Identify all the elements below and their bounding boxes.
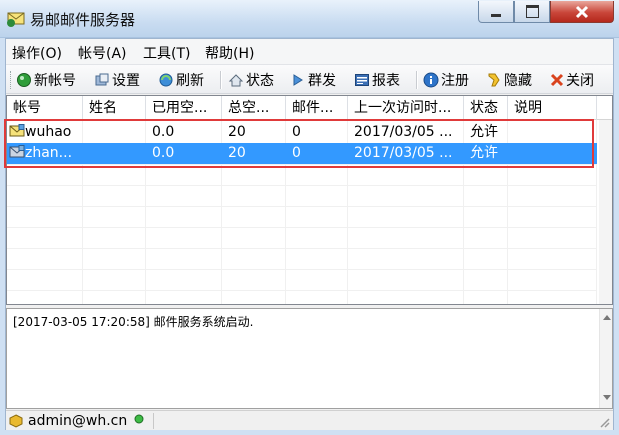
refresh-button[interactable]: 刷新 (158, 70, 204, 90)
register-button[interactable]: 注册 (423, 70, 469, 90)
status-icon (228, 74, 244, 87)
refresh-icon (159, 73, 173, 87)
toolbar-grip[interactable] (10, 71, 14, 89)
logged-in-user: admin@wh.cn (28, 413, 128, 429)
grid-line (7, 248, 597, 249)
grid-line (7, 290, 597, 291)
log-line: [2017-03-05 17:20:58] 邮件服务系统启动. (13, 315, 254, 329)
close-window-button[interactable] (550, 1, 614, 23)
menu-help[interactable]: 帮助(H) (205, 43, 254, 63)
info-icon (423, 72, 439, 88)
column-header-status[interactable]: 状态 (464, 96, 508, 120)
column-header-total-space[interactable]: 总空... (222, 96, 286, 120)
column-header-description[interactable]: 说明 (508, 96, 597, 120)
new-account-button[interactable]: 新帐号 (16, 70, 76, 90)
menu-tools[interactable]: 工具(T) (143, 43, 190, 63)
log-pane[interactable]: [2017-03-05 17:20:58] 邮件服务系统启动. (6, 308, 613, 409)
resize-grip-icon[interactable] (598, 416, 610, 428)
hide-icon (488, 73, 500, 87)
grid-line (7, 269, 597, 270)
column-header-last-access[interactable]: 上一次访问时... (348, 96, 464, 120)
report-icon (355, 74, 369, 86)
scroll-down-icon[interactable] (603, 395, 611, 400)
grid-line (7, 206, 597, 207)
report-button[interactable]: 报表 (354, 70, 400, 90)
title-bar[interactable]: 易邮邮件服务器 (0, 0, 619, 38)
list-scrollbar[interactable] (599, 120, 612, 304)
maximize-button[interactable] (514, 1, 550, 23)
highlight-annotation (4, 119, 594, 168)
close-button[interactable]: 关闭 (550, 70, 594, 90)
column-header-account[interactable]: 帐号 (7, 96, 83, 120)
grid-line (7, 227, 597, 228)
hide-button[interactable]: 隐藏 (486, 70, 532, 90)
status-separator (153, 413, 154, 429)
column-header-used-space[interactable]: 已用空... (146, 96, 222, 120)
settings-icon (95, 73, 109, 86)
menu-operate[interactable]: 操作(O) (12, 43, 62, 63)
close-icon (575, 5, 589, 18)
grid-line (7, 185, 597, 186)
maximize-icon (525, 5, 539, 18)
status-button[interactable]: 状态 (228, 70, 274, 90)
toolbar-separator (416, 71, 418, 89)
new-account-icon (17, 73, 31, 87)
column-header-mails[interactable]: 邮件... (286, 96, 348, 120)
window-title: 易邮邮件服务器 (30, 11, 136, 29)
close-x-icon (550, 73, 564, 87)
broadcast-icon (293, 74, 303, 86)
scroll-up-icon[interactable] (603, 315, 611, 320)
column-header-name[interactable]: 姓名 (83, 96, 146, 120)
online-indicator-icon (134, 414, 144, 424)
minimize-button[interactable] (478, 1, 514, 23)
settings-button[interactable]: 设置 (94, 70, 140, 90)
user-icon (9, 414, 23, 428)
list-header: 帐号 姓名 已用空... 总空... 邮件... 上一次访问时... 状态 说明 (7, 96, 612, 120)
broadcast-button[interactable]: 群发 (292, 70, 336, 90)
toolbar: 新帐号 设置 刷新 状态 群发 报表 注册 隐藏 关闭 (6, 64, 613, 94)
menu-account[interactable]: 帐号(A) (78, 43, 127, 63)
menu-bar: 操作(O) 帐号(A) 工具(T) 帮助(H) (6, 39, 613, 64)
log-scrollbar[interactable] (599, 309, 612, 408)
status-bar: admin@wh.cn (6, 410, 613, 430)
toolbar-separator (220, 71, 222, 89)
minimize-icon (491, 14, 501, 17)
mail-server-app-icon (6, 8, 26, 28)
